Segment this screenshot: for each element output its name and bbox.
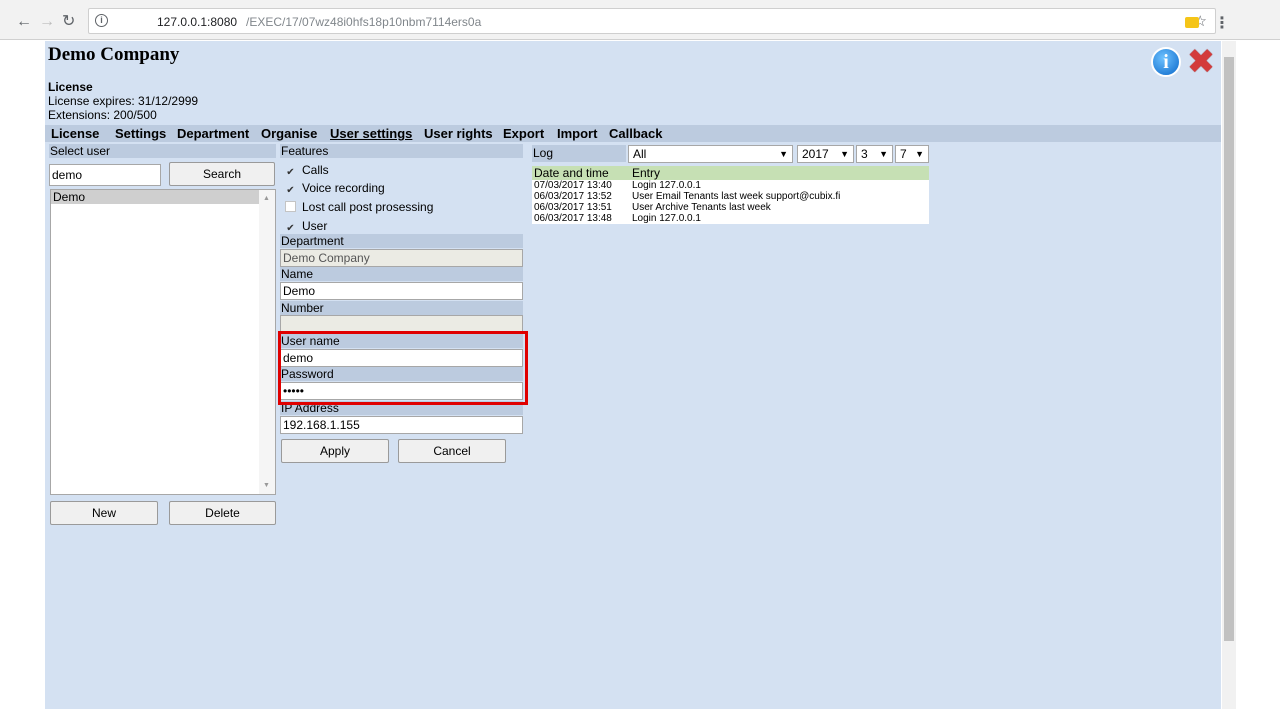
forward-arrow-icon[interactable]: → xyxy=(39,14,55,30)
menu-license[interactable]: License xyxy=(51,126,99,141)
checkbox-checked-icon[interactable]: ✔ xyxy=(285,185,296,196)
credentials-highlight xyxy=(278,331,528,405)
cancel-button[interactable]: Cancel xyxy=(398,439,506,463)
page-scrollbar[interactable] xyxy=(1222,41,1236,709)
license-extensions: Extensions: 200/500 xyxy=(48,108,157,122)
main-menu: License Settings Department Organise Use… xyxy=(45,125,1221,142)
license-heading: License xyxy=(48,80,93,94)
table-row: 06/03/2017 13:51 User Archive Tenants la… xyxy=(532,202,929,213)
list-item[interactable]: Demo xyxy=(51,190,261,204)
menu-department[interactable]: Department xyxy=(177,126,249,141)
info-icon[interactable]: i xyxy=(1151,47,1181,77)
menu-callback[interactable]: Callback xyxy=(609,126,662,141)
table-row: 07/03/2017 13:40 Login 127.0.0.1 xyxy=(532,180,929,191)
page-scrollbar-thumb[interactable] xyxy=(1224,57,1234,641)
table-row: 06/03/2017 13:48 Login 127.0.0.1 xyxy=(532,213,929,224)
checkbox-checked-icon[interactable]: ✔ xyxy=(285,223,296,234)
site-info-icon[interactable]: i xyxy=(95,14,108,27)
log-table-header: Date and time Entry xyxy=(532,166,929,180)
dropdown-arrow-icon: ▼ xyxy=(840,149,849,159)
feature-user[interactable]: ✔ User xyxy=(285,219,327,234)
dropdown-arrow-icon: ▼ xyxy=(879,149,888,159)
extension-icon[interactable] xyxy=(1185,17,1199,28)
close-icon[interactable]: ✖ xyxy=(1184,45,1218,79)
log-filter-select[interactable]: All ▼ xyxy=(628,145,793,163)
features-header: Features xyxy=(280,144,523,158)
checkbox-unchecked-icon[interactable] xyxy=(285,201,296,212)
feature-lost-call[interactable]: Lost call post prosessing xyxy=(285,200,433,214)
scroll-down-icon[interactable]: ▼ xyxy=(263,482,270,489)
list-scrollbar[interactable]: ▲ ▼ xyxy=(259,190,275,494)
log-day-select[interactable]: 7 ▼ xyxy=(895,145,929,163)
ip-address-field[interactable]: 192.168.1.155 xyxy=(280,416,523,434)
column-header-entry: Entry xyxy=(632,166,661,180)
new-user-button[interactable]: New xyxy=(50,501,158,525)
dropdown-arrow-icon: ▼ xyxy=(779,149,788,159)
url-path: /EXEC/17/07wz48i0hfs18p10nbm7114ers0a xyxy=(246,15,482,29)
menu-export[interactable]: Export xyxy=(503,126,544,141)
dropdown-arrow-icon: ▼ xyxy=(915,149,924,159)
apply-button[interactable]: Apply xyxy=(281,439,389,463)
menu-settings[interactable]: Settings xyxy=(115,126,166,141)
feature-calls[interactable]: ✔ Calls xyxy=(285,163,328,178)
department-field: Demo Company xyxy=(280,249,523,267)
browser-menu-icon[interactable]: ⋮ xyxy=(1214,13,1230,33)
log-month-select[interactable]: 3 ▼ xyxy=(856,145,893,163)
checkbox-checked-icon[interactable]: ✔ xyxy=(285,167,296,178)
log-year-select[interactable]: 2017 ▼ xyxy=(797,145,854,163)
department-label: Department xyxy=(280,234,523,248)
menu-user-rights[interactable]: User rights xyxy=(424,126,493,141)
name-field[interactable]: Demo xyxy=(280,282,523,300)
menu-import[interactable]: Import xyxy=(557,126,597,141)
table-row: 06/03/2017 13:52 User Email Tenants last… xyxy=(532,191,929,202)
address-bar[interactable]: i 127.0.0.1:8080 /EXEC/17/07wz48i0hfs18p… xyxy=(88,8,1216,34)
user-search-input[interactable]: demo xyxy=(49,164,161,186)
log-table: Date and time Entry 07/03/2017 13:40 Log… xyxy=(532,166,929,224)
select-user-header: Select user xyxy=(49,144,276,158)
browser-toolbar: ← → ↻ i 127.0.0.1:8080 /EXEC/17/07wz48i0… xyxy=(0,0,1280,40)
company-title: Demo Company xyxy=(48,44,180,65)
number-label: Number xyxy=(280,301,523,315)
search-button[interactable]: Search xyxy=(169,162,275,186)
back-arrow-icon[interactable]: ← xyxy=(16,14,32,30)
menu-organise[interactable]: Organise xyxy=(261,126,317,141)
app-page: Demo Company i ✖ License License expires… xyxy=(45,41,1221,709)
scroll-up-icon[interactable]: ▲ xyxy=(263,195,270,202)
column-header-datetime: Date and time xyxy=(534,166,609,180)
name-label: Name xyxy=(280,267,523,281)
reload-icon[interactable]: ↻ xyxy=(62,14,75,30)
license-expires: License expires: 31/12/2999 xyxy=(48,94,199,108)
url-host: 127.0.0.1:8080 xyxy=(157,15,238,29)
feature-voice-recording[interactable]: ✔ Voice recording xyxy=(285,181,384,196)
menu-user-settings[interactable]: User settings xyxy=(330,126,412,141)
log-label: Log xyxy=(532,145,626,162)
delete-user-button[interactable]: Delete xyxy=(169,501,276,525)
user-list[interactable]: Demo ▲ ▼ xyxy=(50,189,276,495)
